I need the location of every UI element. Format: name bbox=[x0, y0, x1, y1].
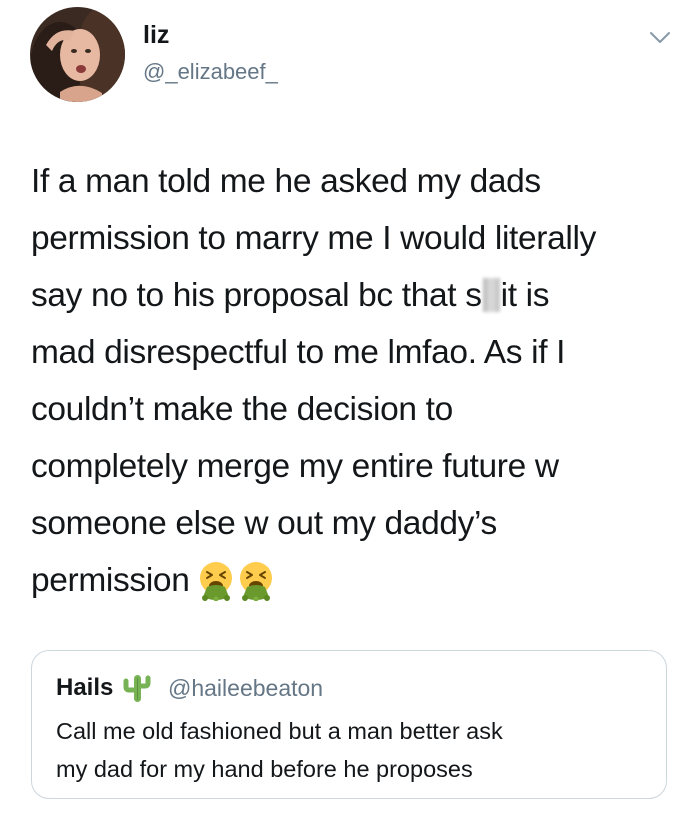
cactus-icon bbox=[123, 672, 151, 704]
tweet-line: permission bbox=[31, 552, 681, 619]
author-display-name[interactable]: liz bbox=[143, 20, 169, 50]
quoted-line: my dad for my hand before he proposes bbox=[56, 756, 473, 782]
quoted-tweet-text: Call me old fashioned but a man better a… bbox=[56, 712, 646, 788]
tweet-line: If a man told me he asked my dads bbox=[31, 163, 541, 200]
quoted-line: Call me old fashioned but a man better a… bbox=[56, 718, 503, 744]
tweet-line-part: say no to his proposal bc that s bbox=[31, 277, 482, 314]
nauseated-face-icon bbox=[240, 562, 273, 601]
tweet-line: completely merge my entire future w bbox=[31, 448, 559, 485]
emoji-group bbox=[197, 561, 277, 619]
quoted-handle[interactable]: @haileebeaton bbox=[168, 673, 323, 703]
tweet-text: If a man told me he asked my dads permis… bbox=[31, 153, 681, 619]
avatar[interactable] bbox=[30, 7, 125, 102]
profile-photo bbox=[30, 7, 125, 102]
tweet-line: someone else w out my daddy’s bbox=[31, 505, 497, 542]
quoted-tweet[interactable]: Hails @haileebeaton Call me old fashione… bbox=[31, 650, 667, 799]
chevron-down-icon[interactable] bbox=[648, 30, 672, 46]
tweet-line: couldn’t make the decision to bbox=[31, 391, 453, 428]
tweet-line-part: it is bbox=[500, 277, 550, 314]
tweet-line-part: permission bbox=[31, 562, 190, 599]
tweet-line: permission to marry me I would literally bbox=[31, 220, 596, 257]
author-handle[interactable]: @_elizabeef_ bbox=[143, 58, 278, 86]
censor-blur bbox=[482, 278, 500, 312]
nauseated-face-icon bbox=[200, 562, 233, 601]
quoted-display-name[interactable]: Hails bbox=[56, 673, 113, 703]
tweet-line: say no to his proposal bc that s it is bbox=[31, 267, 681, 324]
tweet-line: mad disrespectful to me lmfao. As if I bbox=[31, 334, 566, 371]
